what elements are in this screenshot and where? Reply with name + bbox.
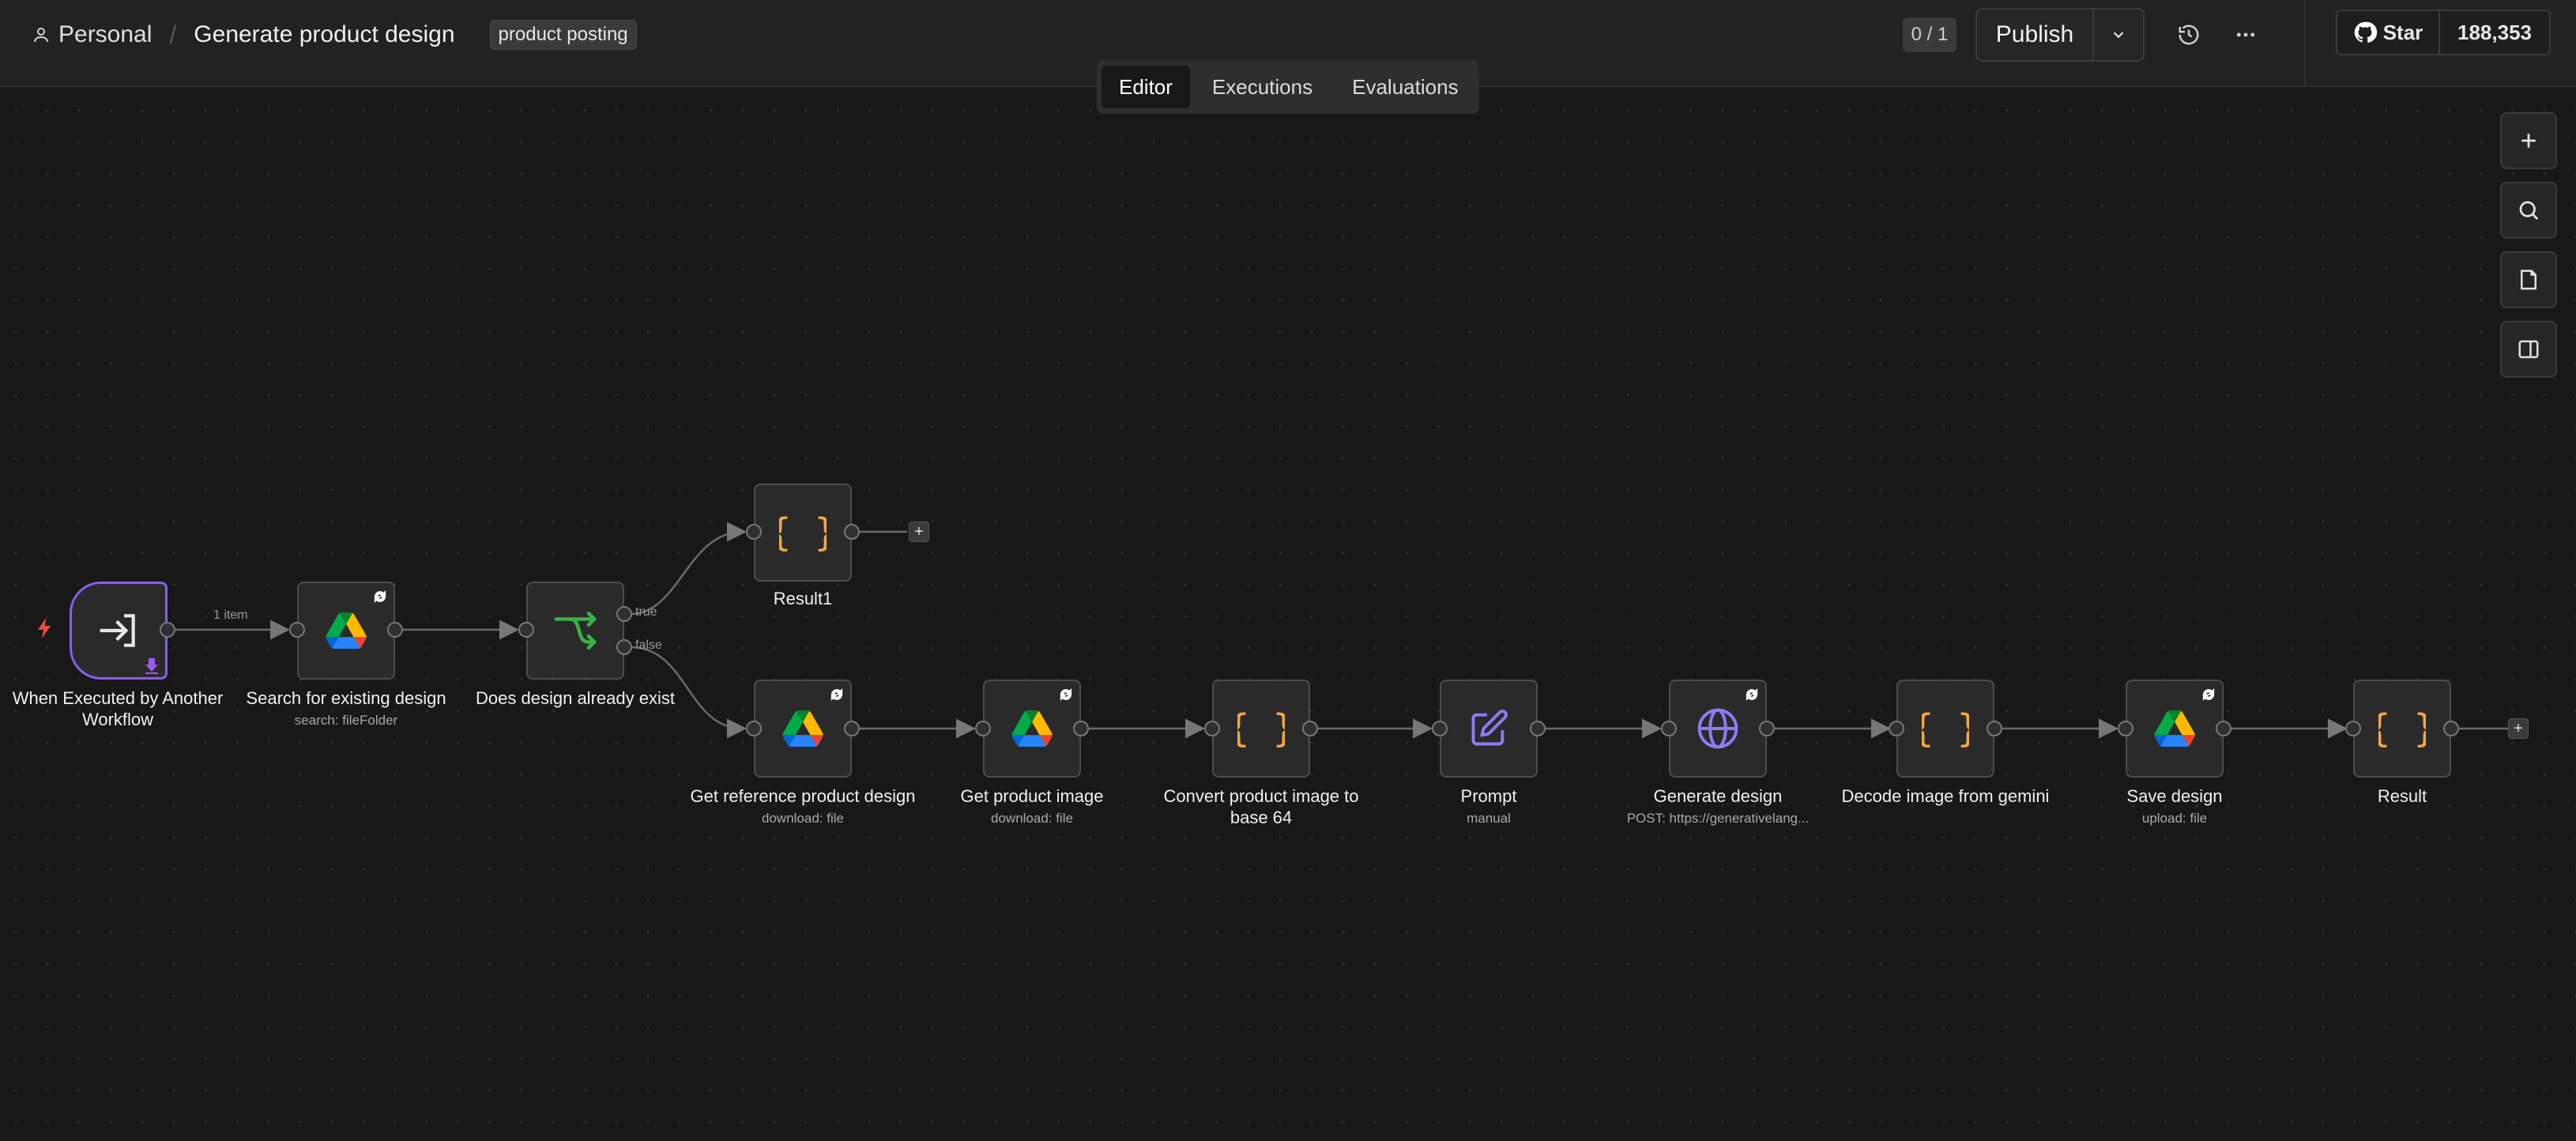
input-port[interactable] — [1432, 721, 1448, 736]
retry-badge-icon — [1746, 688, 1758, 701]
node-label: Result1 — [688, 588, 917, 609]
node-title: Get reference product design — [690, 786, 916, 806]
add-after-result1-button[interactable]: + — [909, 522, 929, 542]
node-label: Prompt manual — [1374, 785, 1603, 827]
google-drive-icon — [1011, 710, 1053, 747]
node-title: When Executed by Another Workflow — [12, 688, 224, 729]
retry-badge-icon — [1060, 688, 1072, 701]
output-port-false[interactable] — [616, 639, 632, 655]
google-drive-icon — [782, 710, 823, 747]
node-title: Generate design — [1653, 786, 1783, 806]
output-port[interactable] — [387, 622, 403, 638]
code-braces-icon: { } — [1237, 706, 1285, 751]
input-port[interactable] — [1661, 721, 1677, 736]
input-port[interactable] — [746, 524, 762, 540]
node-trigger[interactable] — [70, 582, 168, 680]
node-subtitle: search: fileFolder — [294, 713, 398, 728]
node-title: Save design — [2126, 786, 2223, 806]
code-braces-icon: { } — [1922, 706, 1969, 751]
node-title: Convert product image to base 64 — [1163, 786, 1359, 827]
output-port[interactable] — [1759, 721, 1775, 736]
node-label: Save design upload: file — [2060, 785, 2289, 827]
node-subtitle: POST: https://generativelang... — [1626, 811, 1810, 826]
svg-text:{ }: { } — [1922, 706, 1969, 751]
output-port[interactable] — [160, 622, 175, 638]
node-if-design-exists[interactable] — [526, 582, 624, 680]
retry-badge-icon — [374, 590, 386, 603]
node-title: Decode image from gemini — [1841, 786, 2050, 806]
input-port[interactable] — [2345, 721, 2361, 736]
input-port[interactable] — [2118, 721, 2133, 736]
branch-true-label: true — [635, 605, 657, 619]
svg-text:{ }: { } — [779, 510, 827, 555]
node-label: Decode image from gemini — [1831, 785, 2060, 807]
node-label: Get reference product design download: f… — [688, 785, 917, 827]
node-label: Get product image download: file — [917, 785, 1147, 827]
svg-text:{ }: { } — [2378, 706, 2426, 751]
node-convert-base64[interactable]: { } — [1212, 680, 1310, 778]
node-title: Search for existing design — [246, 688, 446, 708]
google-drive-icon — [2154, 710, 2195, 747]
globe-icon — [1697, 708, 1738, 749]
output-port[interactable] — [1073, 721, 1089, 736]
input-port[interactable] — [1204, 721, 1220, 736]
node-result1[interactable]: { } — [754, 484, 852, 582]
output-port[interactable] — [844, 721, 860, 736]
input-port[interactable] — [746, 721, 762, 736]
output-port[interactable] — [1530, 721, 1546, 736]
node-label: When Executed by Another Workflow — [3, 687, 232, 730]
edge-item-count: 1 item — [213, 608, 248, 622]
node-subtitle: download: file — [762, 811, 844, 826]
node-subtitle: download: file — [991, 811, 1073, 826]
pinned-data-icon — [145, 658, 158, 674]
input-port[interactable] — [1889, 721, 1904, 736]
output-port[interactable] — [1987, 721, 2002, 736]
node-label: Convert product image to base 64 — [1147, 785, 1376, 828]
output-port[interactable] — [2443, 721, 2459, 736]
pencil-square-icon — [1471, 710, 1508, 746]
google-drive-icon — [326, 612, 367, 649]
code-braces-icon: { } — [2378, 706, 2426, 751]
add-after-result-button[interactable]: + — [2508, 718, 2529, 739]
node-prompt[interactable] — [1440, 680, 1538, 778]
output-port[interactable] — [844, 524, 860, 540]
connections-layer — [175, 522, 2508, 739]
output-port[interactable] — [1302, 721, 1318, 736]
node-get-product-image[interactable] — [983, 680, 1081, 778]
output-port[interactable] — [2216, 721, 2231, 736]
node-generate-design[interactable] — [1669, 680, 1767, 778]
node-save-design[interactable] — [2126, 680, 2224, 778]
node-search-existing-design[interactable] — [297, 582, 395, 680]
retry-badge-icon — [2202, 688, 2215, 701]
node-title: Get product image — [960, 786, 1104, 806]
arrow-into-box-icon — [100, 614, 135, 647]
node-title: Result — [2377, 786, 2427, 806]
branch-false-label: false — [635, 638, 662, 652]
node-subtitle: manual — [1467, 811, 1511, 826]
node-title: Does design already exist — [476, 688, 675, 708]
retry-badge-icon — [830, 688, 843, 701]
node-decode-image[interactable]: { } — [1896, 680, 1994, 778]
node-title: Prompt — [1460, 786, 1517, 806]
node-get-reference-design[interactable] — [754, 680, 852, 778]
node-result[interactable]: { } — [2353, 680, 2451, 778]
node-label: Result — [2288, 785, 2517, 807]
trigger-bolt-icon — [38, 618, 51, 638]
input-port[interactable] — [289, 622, 305, 638]
node-label: Does design already exist — [461, 687, 690, 709]
node-label: Search for existing design search: fileF… — [232, 687, 461, 729]
output-port-true[interactable] — [616, 606, 632, 622]
input-port[interactable] — [975, 721, 991, 736]
input-port[interactable] — [518, 622, 534, 638]
svg-text:{ }: { } — [1237, 706, 1285, 751]
code-braces-icon: { } — [779, 510, 827, 555]
node-subtitle: upload: file — [2141, 811, 2208, 826]
node-label: Generate design POST: https://generative… — [1603, 785, 1832, 827]
branch-icon — [554, 611, 597, 650]
node-title: Result1 — [773, 589, 833, 608]
